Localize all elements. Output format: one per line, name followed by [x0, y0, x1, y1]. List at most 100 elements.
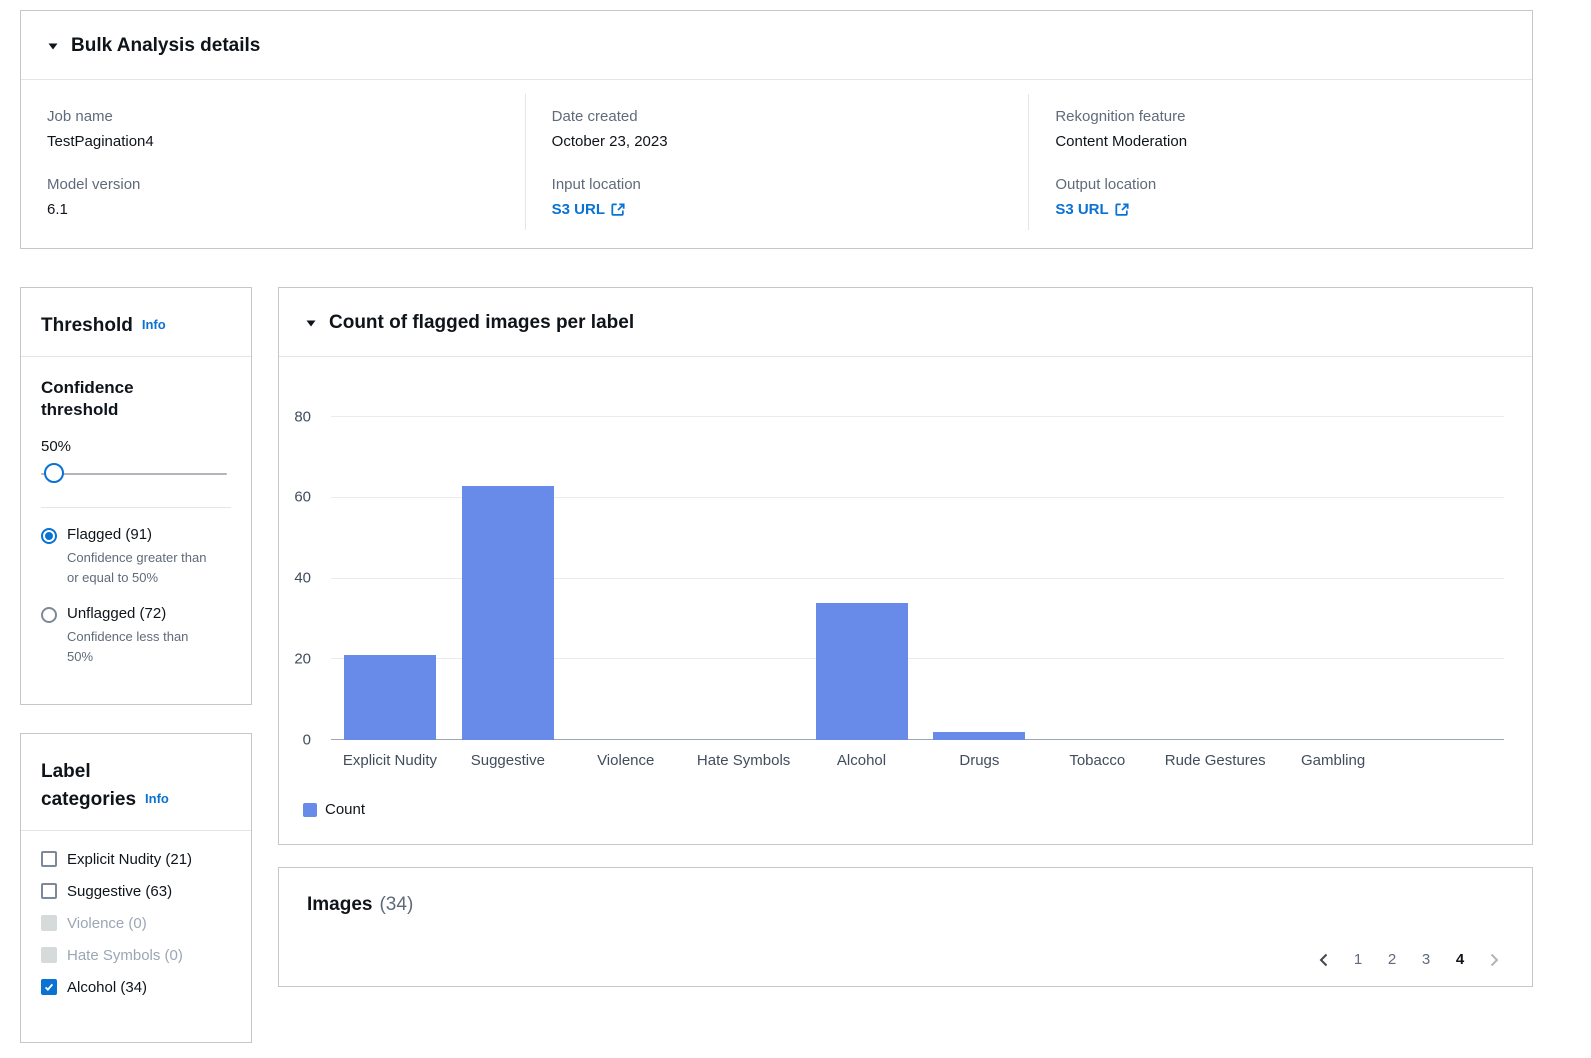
chart-header[interactable]: Count of flagged images per label	[279, 288, 1532, 357]
flag-filter-radio-group: Flagged (91) Confidence greater than or …	[41, 526, 231, 666]
confidence-threshold-label: Confidence threshold	[41, 377, 191, 423]
threshold-body: Confidence threshold 50% Flagged (91) Co…	[21, 357, 251, 705]
unflagged-radio[interactable]: Unflagged (72) Confidence less than 50%	[41, 605, 231, 666]
external-link-icon	[1115, 203, 1129, 217]
chart-body: 806040200 Explicit NuditySuggestiveViole…	[279, 357, 1532, 844]
bar-slot	[449, 417, 567, 740]
link-text: S3 URL	[1055, 201, 1108, 218]
bar-slot	[331, 417, 449, 740]
output-s3-url-link[interactable]: S3 URL	[1055, 201, 1128, 218]
checkbox-label: Alcohol (34)	[67, 979, 147, 996]
field-label: Model version	[47, 176, 499, 193]
bar-explicit-nudity[interactable]	[344, 655, 436, 740]
category-checkbox-explicit-nudity[interactable]: Explicit Nudity (21)	[41, 851, 231, 868]
checkbox-label: Explicit Nudity (21)	[67, 851, 192, 868]
field-value: TestPagination4	[47, 133, 499, 150]
images-title: Images	[307, 894, 372, 916]
threshold-panel: Threshold Info Confidence threshold 50%	[20, 287, 252, 705]
images-count: (34)	[379, 894, 413, 916]
bar-slot	[803, 417, 921, 740]
input-s3-url-link[interactable]: S3 URL	[552, 201, 625, 218]
radio-label: Unflagged (72)	[67, 605, 212, 622]
filters-sidebar: Threshold Info Confidence threshold 50%	[20, 287, 252, 1043]
field-label: Output location	[1055, 176, 1506, 193]
content-columns: Threshold Info Confidence threshold 50%	[20, 287, 1571, 1043]
chart-legend: Count	[303, 801, 1504, 818]
bar-alcohol[interactable]	[816, 603, 908, 740]
radio-icon	[41, 607, 57, 623]
flagged-radio[interactable]: Flagged (91) Confidence greater than or …	[41, 526, 231, 587]
legend-swatch-count	[303, 803, 317, 817]
bar-suggestive[interactable]	[462, 486, 554, 740]
pagination-prev-button[interactable]	[1314, 950, 1334, 970]
pagination-page-2[interactable]: 2	[1382, 949, 1402, 970]
bulk-analysis-details-header[interactable]: Bulk Analysis details	[21, 11, 1532, 80]
checkbox-icon	[41, 947, 57, 963]
field-date-created: Date created October 23, 2023	[525, 94, 1029, 162]
field-model-version: Model version 6.1	[21, 162, 525, 230]
confidence-threshold-slider[interactable]	[41, 461, 231, 487]
field-output-location: Output location S3 URL	[1028, 162, 1532, 230]
confidence-threshold-value: 50%	[41, 438, 231, 455]
radio-icon	[41, 528, 57, 544]
x-axis-label: Explicit Nudity	[331, 752, 449, 769]
label-categories-body: Explicit Nudity (21) Suggestive (63) Vio…	[21, 831, 251, 1031]
bar-drugs[interactable]	[933, 732, 1025, 740]
x-axis-label: Tobacco	[1038, 752, 1156, 769]
divider	[41, 507, 231, 508]
slider-thumb[interactable]	[44, 463, 64, 483]
chart-plot: 806040200	[331, 417, 1504, 740]
y-tick-label: 60	[291, 489, 321, 506]
page: Bulk Analysis details Job name TestPagin…	[0, 0, 1591, 1043]
checkbox-icon	[41, 883, 57, 899]
x-axis-label: Drugs	[920, 752, 1038, 769]
slider-track[interactable]	[41, 473, 227, 475]
y-tick-label: 20	[291, 650, 321, 667]
y-tick-label: 80	[291, 408, 321, 425]
checkbox-icon	[41, 851, 57, 867]
label-categories-info-link[interactable]: Info	[145, 791, 169, 806]
threshold-header: Threshold Info	[21, 288, 251, 357]
bar-slot	[1274, 417, 1392, 740]
field-label: Job name	[47, 108, 499, 125]
field-rekognition-feature: Rekognition feature Content Moderation	[1028, 94, 1532, 162]
external-link-icon	[611, 203, 625, 217]
y-tick-label: 0	[291, 731, 321, 748]
checkbox-icon	[41, 979, 57, 995]
collapse-caret-icon[interactable]	[305, 317, 317, 329]
field-value: Content Moderation	[1055, 133, 1506, 150]
label-categories-panel: Label categories Info Explicit Nudity (21…	[20, 733, 252, 1043]
collapse-caret-icon[interactable]	[47, 40, 59, 52]
field-input-location: Input location S3 URL	[525, 162, 1029, 230]
pagination-page-1[interactable]: 1	[1348, 949, 1368, 970]
checkbox-label: Violence (0)	[67, 915, 147, 932]
bulk-analysis-details-panel: Bulk Analysis details Job name TestPagin…	[20, 10, 1533, 249]
pagination-next-button[interactable]	[1484, 950, 1504, 970]
details-grid: Job name TestPagination4 Date created Oc…	[21, 80, 1532, 248]
bar-slot	[1156, 417, 1274, 740]
images-panel: Images (34) 1 2 3 4	[278, 867, 1533, 987]
pagination: 1 2 3 4	[1314, 949, 1504, 970]
field-value: October 23, 2023	[552, 133, 1003, 150]
threshold-info-link[interactable]: Info	[142, 317, 166, 332]
field-label: Rekognition feature	[1055, 108, 1506, 125]
category-checkbox-alcohol[interactable]: Alcohol (34)	[41, 979, 231, 996]
pagination-page-3[interactable]: 3	[1416, 949, 1436, 970]
threshold-title: Threshold	[41, 315, 133, 336]
chart-x-labels: Explicit NuditySuggestiveViolenceHate Sy…	[331, 752, 1504, 769]
link-text: S3 URL	[552, 201, 605, 218]
chevron-right-icon	[1486, 952, 1502, 968]
field-value: 6.1	[47, 201, 499, 218]
pagination-page-4[interactable]: 4	[1450, 949, 1470, 970]
y-tick-label: 40	[291, 570, 321, 587]
label-categories-title: Label categories	[41, 761, 136, 810]
chevron-left-icon	[1316, 952, 1332, 968]
legend-label-count[interactable]: Count	[325, 801, 365, 818]
label-categories-header: Label categories Info	[21, 734, 251, 830]
field-job-name: Job name TestPagination4	[21, 94, 525, 162]
chart-bars	[331, 417, 1504, 740]
x-axis-label: Gambling	[1274, 752, 1392, 769]
radio-description: Confidence greater than or equal to 50%	[67, 548, 212, 587]
bar-slot	[685, 417, 803, 740]
category-checkbox-suggestive[interactable]: Suggestive (63)	[41, 883, 231, 900]
